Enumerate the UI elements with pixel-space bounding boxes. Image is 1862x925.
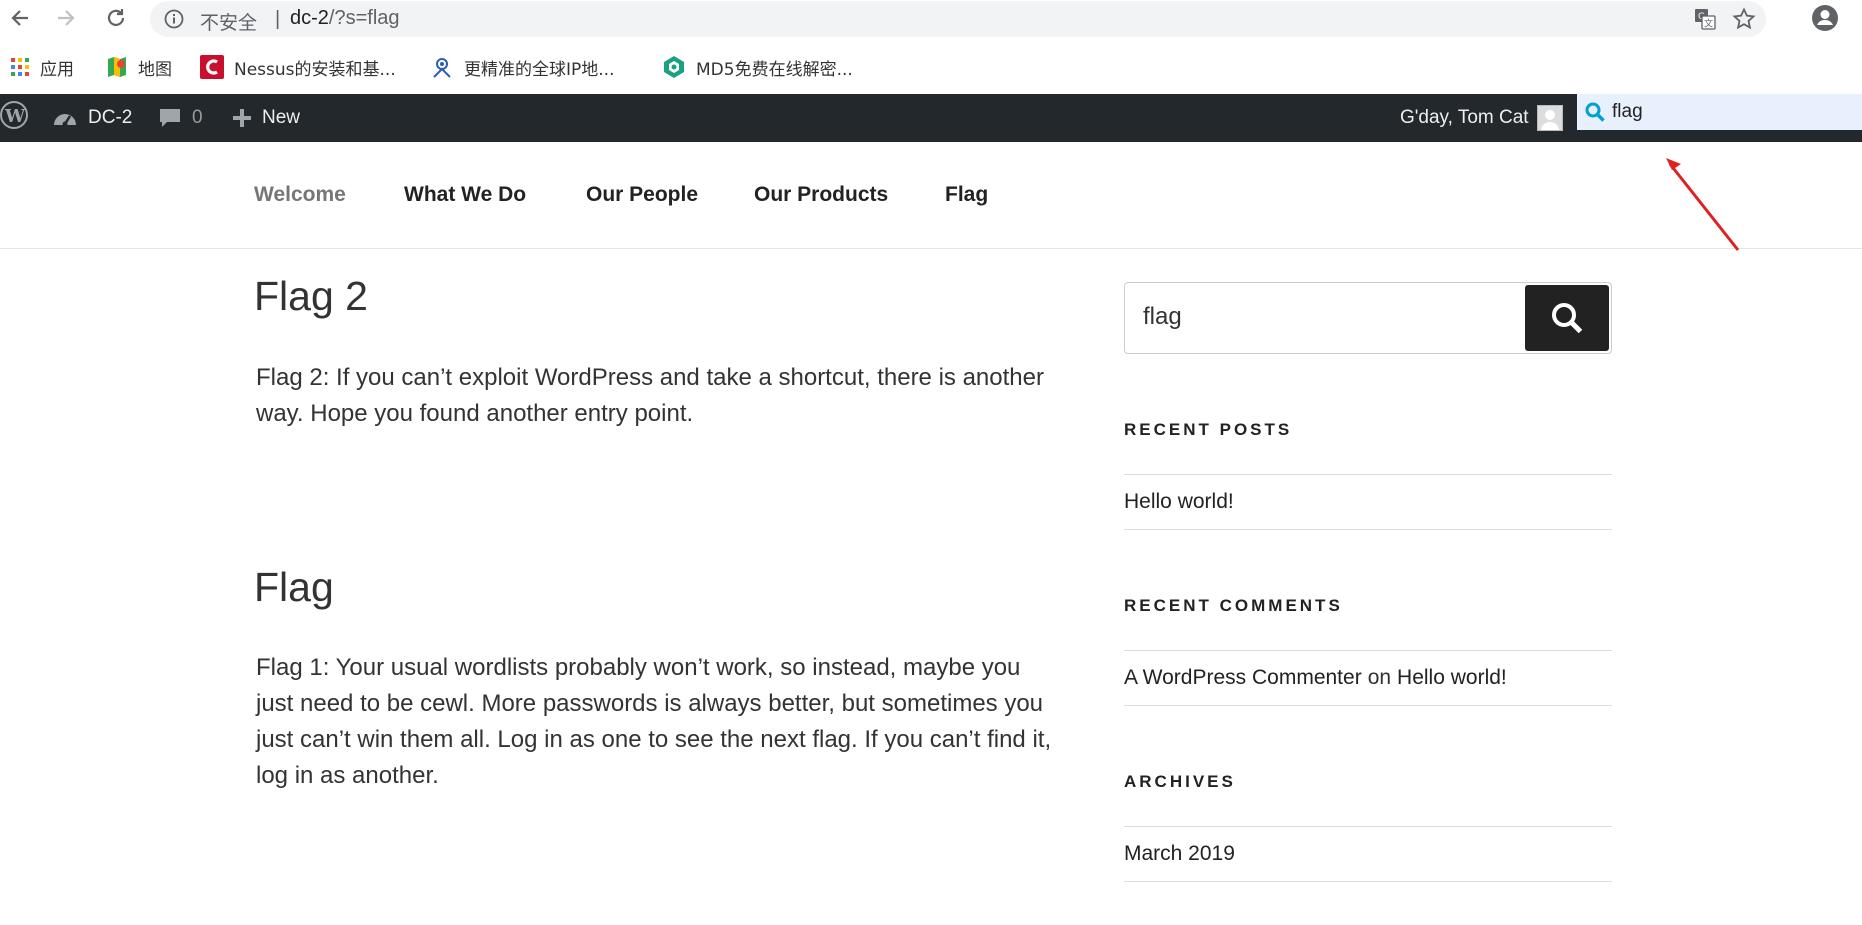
back-button[interactable]: [6, 4, 34, 32]
avatar: [1536, 105, 1563, 131]
md5-icon: [662, 55, 686, 79]
post-content: Flag 1: Your usual wordlists probably wo…: [256, 654, 1052, 789]
bookmark-label: 地图: [138, 59, 172, 80]
bookmark-apps[interactable]: 应用: [10, 50, 74, 84]
new-label: New: [262, 107, 301, 128]
nav-item-what-we-do[interactable]: What We Do: [404, 183, 526, 207]
insecure-label: 不安全: [200, 12, 258, 34]
bookmarks-bar: 应用 地图 Nessus的安装和基... 更精准的全球IP地... MD5免费在…: [0, 50, 1862, 84]
site-name: DC-2: [88, 107, 133, 128]
new-content-button[interactable]: New: [232, 94, 300, 142]
wp-logo-button[interactable]: W: [0, 94, 28, 142]
info-icon[interactable]: [164, 9, 184, 34]
nav-item-flag[interactable]: Flag: [945, 183, 988, 207]
bookmark-label: 应用: [40, 59, 74, 80]
recent-post-link[interactable]: Hello world!: [1124, 490, 1234, 514]
nav-item-welcome[interactable]: Welcome: [254, 183, 346, 207]
browser-toolbar: 不安全 | dc-2/?s=flag G文: [0, 0, 1862, 38]
annotation-arrow: [1666, 158, 1740, 251]
comment-bubble-icon: [158, 107, 182, 129]
admin-search-box[interactable]: [1577, 94, 1862, 130]
bookmark-nessus[interactable]: Nessus的安装和基...: [200, 50, 396, 84]
bookmark-ip[interactable]: 更精准的全球IP地...: [430, 50, 614, 84]
comments-count: 0: [192, 107, 203, 128]
forward-button[interactable]: [52, 4, 80, 32]
sidebar-search-input[interactable]: flag: [1143, 303, 1182, 331]
ip-locator-icon: [430, 55, 454, 79]
translate-icon[interactable]: G文: [1694, 8, 1716, 35]
comments-button[interactable]: 0: [158, 94, 203, 142]
reload-button[interactable]: [102, 4, 130, 32]
url-host: dc-2: [290, 7, 329, 29]
greeting: G'day, Tom Cat: [1400, 107, 1529, 128]
search-icon: [1552, 303, 1583, 334]
address-bar[interactable]: 不安全 | dc-2/?s=flag G文: [150, 1, 1766, 37]
wordpress-logo-icon: W: [0, 101, 28, 135]
site-navigation: Welcome What We Do Our People Our Produc…: [0, 142, 1862, 249]
widget-title-archives: ARCHIVES: [1124, 772, 1236, 791]
svg-text:文: 文: [1704, 18, 1713, 30]
comment-author-link[interactable]: A WordPress Commenter: [1124, 666, 1362, 690]
url-text[interactable]: dc-2/?s=flag: [290, 7, 400, 30]
bookmark-star-icon[interactable]: [1732, 7, 1756, 36]
search-icon: [1584, 101, 1606, 123]
back-arrow-icon: [11, 10, 28, 26]
user-silhouette-icon: [1540, 110, 1559, 130]
apps-grid-icon: [10, 57, 30, 77]
url-path: /?s=flag: [328, 7, 400, 29]
my-account-button[interactable]: G'day, Tom Cat: [1400, 94, 1563, 142]
widget-title-recent-posts: RECENT POSTS: [1124, 420, 1293, 439]
dashboard-gauge-icon: [52, 107, 78, 129]
post-title[interactable]: Flag 2: [254, 273, 368, 320]
wp-admin-bar: W DC-2 0 New G'day, Tom Cat: [0, 94, 1862, 142]
list-item: Hello world!: [1124, 474, 1612, 530]
post-title[interactable]: Flag: [254, 564, 334, 611]
post-content: Flag 2: If you can’t exploit WordPress a…: [256, 364, 1044, 427]
bookmark-c-icon: [200, 55, 224, 79]
forward-arrow-icon: [58, 10, 75, 26]
bookmark-label: 更精准的全球IP地...: [464, 59, 615, 80]
comment-on-text: on: [1367, 666, 1392, 689]
list-item: A WordPress Commenter on Hello world!: [1124, 650, 1612, 706]
plus-icon: [232, 108, 252, 128]
maps-icon: [106, 56, 128, 78]
bookmark-md5[interactable]: MD5免费在线解密...: [662, 50, 853, 84]
list-item: March 2019: [1124, 826, 1612, 882]
bookmark-label: MD5免费在线解密...: [696, 59, 853, 80]
reload-icon: [107, 9, 125, 26]
comment-post-link[interactable]: Hello world!: [1397, 666, 1507, 690]
admin-search-input[interactable]: [1612, 101, 1832, 123]
svg-text:W: W: [4, 106, 26, 127]
widget-title-recent-comments: RECENT COMMENTS: [1124, 596, 1343, 615]
search-submit-button[interactable]: [1525, 285, 1609, 351]
sidebar-search-form: flag: [1124, 282, 1612, 354]
bookmark-label: Nessus的安装和基...: [234, 59, 396, 80]
nav-item-our-products[interactable]: Our Products: [754, 183, 888, 207]
url-separator: |: [275, 8, 281, 30]
nav-item-our-people[interactable]: Our People: [586, 183, 698, 207]
profile-icon[interactable]: [1810, 3, 1840, 38]
site-name-button[interactable]: DC-2: [52, 94, 132, 142]
archive-link[interactable]: March 2019: [1124, 842, 1235, 866]
bookmark-maps[interactable]: 地图: [106, 50, 172, 84]
